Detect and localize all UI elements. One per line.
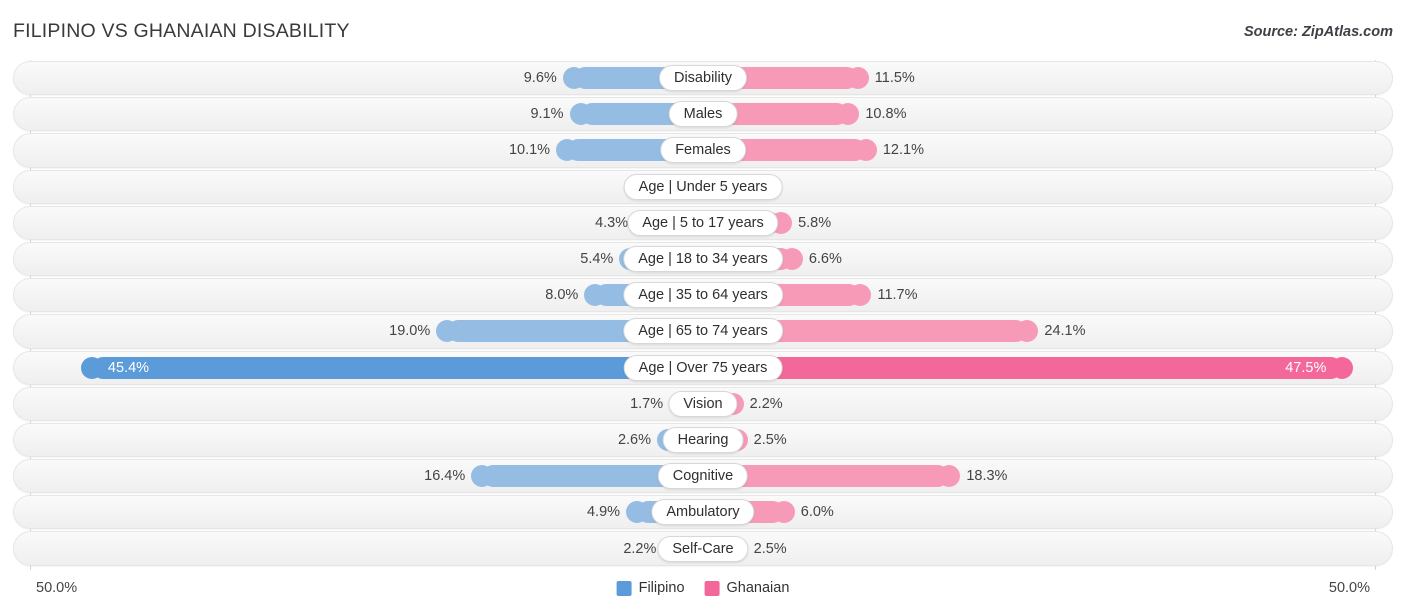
chart-footer: 50.0% 50.0% Filipino Ghanaian [0,573,1406,612]
value-label-ghanaian: 18.3% [966,468,1008,485]
value-label-ghanaian: 12.1% [882,142,924,159]
chart-row: 4.3% 5.8% Age | 5 to 17 years [0,205,1406,241]
chart-row: 10.1% 12.1% Females [0,132,1406,168]
chart-row: 45.4% 47.5% Age | Over 75 years [0,350,1406,386]
value-label-ghanaian: 5.8% [798,214,832,231]
chart-row: 9.6% 11.5% Disability [0,60,1406,96]
legend-swatch-icon [704,580,720,596]
chart-legend: Filipino Ghanaian [616,580,790,596]
legend-swatch-icon [616,580,632,596]
category-label-pill: Age | Over 75 years [623,354,783,381]
legend-item: Filipino [616,580,685,596]
chart-row: 16.4% 18.3% Cognitive [0,458,1406,494]
legend-item: Ghanaian [704,580,790,596]
value-label-filipino: 9.6% [523,70,557,87]
value-label-ghanaian: 2.5% [753,540,787,557]
chart-row: 5.4% 6.6% Age | 18 to 34 years [0,241,1406,277]
value-label-ghanaian: 2.2% [749,395,783,412]
value-label-filipino: 16.4% [424,468,466,485]
chart-row: 1.7% 2.2% Vision [0,386,1406,422]
chart-row: 2.6% 2.5% Hearing [0,422,1406,458]
category-label-pill: Age | Under 5 years [623,173,783,200]
chart-row: 19.0% 24.1% Age | 65 to 74 years [0,313,1406,349]
chart-rows: 9.6% 11.5% Disability 9.1% 10.8% Males 10.1% 12… [0,60,1406,567]
chart-row: 4.9% 6.0% Ambulatory [0,494,1406,530]
axis-label-left: 50.0% [36,580,78,596]
bar-ghanaian [703,356,1354,379]
source-attribution: Source: ZipAtlas.com [1243,24,1393,40]
value-label-filipino: 5.4% [580,251,614,268]
category-label-pill: Age | 35 to 64 years [623,282,783,309]
category-label-pill: Males [668,101,738,128]
value-label-ghanaian: 11.5% [874,70,915,87]
value-label-ghanaian: 24.1% [1044,323,1086,340]
category-label-pill: Vision [668,390,738,417]
category-label-pill: Age | 18 to 34 years [623,246,783,273]
chart-row: 9.1% 10.8% Males [0,96,1406,132]
category-label-pill: Disability [658,65,748,92]
chart-page: FILIPINO VS GHANAIAN DISABILITY Source: … [0,0,1406,612]
chart-row: 1.1%1.2%Age | Under 5 years [0,169,1406,205]
category-label-pill: Age | 65 to 74 years [623,318,783,345]
value-label-ghanaian: 11.7% [877,287,918,304]
value-label-filipino: 4.9% [586,504,621,521]
value-label-filipino: 2.2% [623,540,657,557]
value-label-filipino: 10.1% [508,142,551,159]
value-label-ghanaian: 6.0% [800,504,834,521]
category-label-pill: Ambulatory [651,499,755,526]
value-label-filipino: 1.7% [630,395,664,412]
page-title: FILIPINO VS GHANAIAN DISABILITY [13,20,350,42]
value-label-ghanaian: 10.8% [865,106,907,123]
value-label-filipino: 9.1% [530,106,564,123]
value-label-ghanaian: 2.5% [753,431,787,448]
legend-label: Ghanaian [726,580,790,596]
value-label-filipino: 4.3% [595,214,629,231]
value-label-filipino: 45.4% [107,359,150,376]
value-label-filipino: 19.0% [389,323,431,340]
value-label-filipino: 2.6% [617,431,652,448]
value-label-ghanaian: 6.6% [808,251,842,268]
category-label-pill: Hearing [662,426,744,453]
axis-label-right: 50.0% [1328,580,1370,596]
chart-row: 8.0% 11.7% Age | 35 to 64 years [0,277,1406,313]
bar-filipino [80,356,703,379]
legend-label: Filipino [638,580,685,596]
value-label-filipino: 8.0% [545,287,579,304]
chart-row: 2.2% 2.5% Self-Care [0,530,1406,566]
category-label-pill: Females [660,137,746,164]
category-label-pill: Self-Care [657,535,749,562]
chart-header: FILIPINO VS GHANAIAN DISABILITY Source: … [0,0,1406,56]
chart-plot-area: 9.6% 11.5% Disability 9.1% 10.8% Males 10.1% 12… [0,60,1406,570]
category-label-pill: Age | 5 to 17 years [627,209,779,236]
value-label-ghanaian: 47.5% [1285,359,1327,376]
category-label-pill: Cognitive [657,463,749,490]
